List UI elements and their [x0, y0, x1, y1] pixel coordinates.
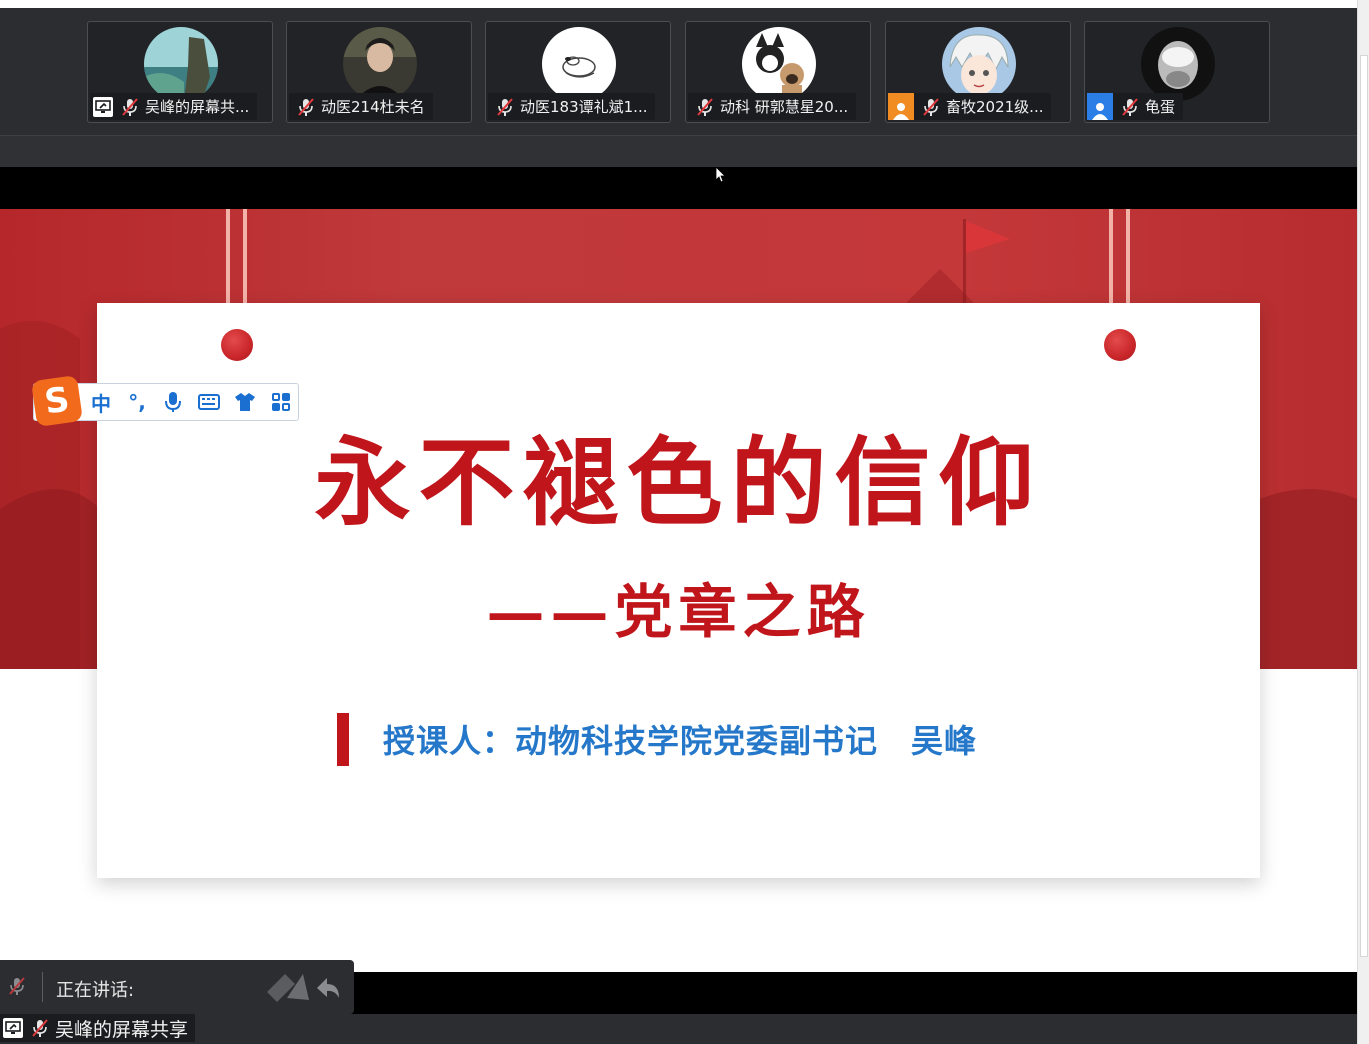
ime-punctuation-toggle[interactable]: °, — [124, 389, 150, 415]
ime-mode-toggle[interactable]: 中 — [88, 389, 114, 416]
participant-tile[interactable]: 动医214杜未名 — [286, 21, 472, 123]
mic-muted-icon — [497, 97, 513, 116]
participant-name: 动科 研郭慧星20... — [720, 98, 849, 116]
screen-share-icon — [93, 96, 113, 117]
avatar-person-icon — [343, 27, 417, 101]
mic-muted-icon[interactable] — [6, 975, 28, 997]
avatar-anime-icon — [942, 27, 1016, 101]
participant-name-label: 动科 研郭慧星20... — [688, 93, 857, 120]
skin-shirt-icon[interactable] — [232, 389, 258, 415]
lecturer-line: 授课人：动物科技学院党委副书记 吴峰 — [383, 722, 978, 760]
toolbox-grid-icon[interactable] — [268, 389, 294, 415]
person-blue-icon — [1087, 93, 1113, 120]
participant-bar: 吴峰的屏幕共... 动医214杜未名 动医183谭礼斌1... 动科 研郭慧星2… — [0, 8, 1357, 135]
letterbox-top — [0, 167, 1357, 209]
bottom-status-strip — [0, 1014, 1357, 1044]
participant-name: 畜牧2021级... — [946, 98, 1044, 116]
participant-name: 动医214杜未名 — [321, 98, 425, 116]
participant-name: 吴峰的屏幕共... — [145, 98, 250, 116]
participant-tile[interactable]: 畜牧2021级... — [885, 21, 1071, 123]
screen-share-icon — [3, 1018, 23, 1038]
mic-muted-icon — [298, 97, 314, 116]
person-orange-icon — [888, 93, 914, 120]
avatar-landscape-icon — [144, 27, 218, 101]
screen-share-status: 吴峰的屏幕共享 — [0, 1014, 196, 1042]
avatar-glass-icon — [1141, 27, 1215, 101]
mic-muted-icon — [32, 1019, 48, 1037]
slide-subtitle: ——党章之路 — [486, 578, 871, 646]
participant-name-label: 畜牧2021级... — [888, 93, 1052, 120]
participant-name-label: 动医214杜未名 — [289, 93, 433, 120]
speaking-panel: 正在讲话: — [0, 960, 354, 1014]
annotation-tools-icon[interactable] — [265, 970, 345, 1004]
top-strip — [0, 0, 1357, 8]
keyboard-icon[interactable] — [196, 389, 222, 415]
participant-name: 龟蛋 — [1145, 98, 1176, 116]
avatar-dogs-icon — [742, 27, 816, 101]
participant-tile[interactable]: 动科 研郭慧星20... — [685, 21, 871, 123]
pin-icon — [1104, 329, 1136, 361]
participant-tile[interactable]: 吴峰的屏幕共... — [87, 21, 273, 123]
microphone-icon[interactable] — [160, 389, 186, 415]
ime-toolbar[interactable]: S 中 °, — [31, 375, 299, 427]
mic-muted-icon — [122, 97, 138, 116]
participant-tile[interactable]: 动医183谭礼斌1... — [485, 21, 671, 123]
vertical-scrollbar[interactable] — [1357, 0, 1369, 1044]
pin-icon — [221, 329, 253, 361]
mic-muted-icon — [697, 97, 713, 116]
lecturer-accent-bar — [337, 713, 349, 766]
mouse-cursor-icon — [716, 167, 726, 183]
slide-title: 永不褪色的信仰 — [314, 426, 1043, 539]
speaking-label: 正在讲话: — [56, 980, 135, 1001]
mic-muted-icon — [923, 97, 939, 116]
participant-name-label: 吴峰的屏幕共... — [90, 93, 258, 120]
participant-name: 动医183谭礼斌1... — [520, 98, 648, 116]
participant-tile[interactable]: 龟蛋 — [1084, 21, 1270, 123]
divider — [42, 972, 43, 1002]
screen-share-owner: 吴峰的屏幕共享 — [55, 1018, 189, 1041]
sogou-logo-icon[interactable]: S — [31, 375, 83, 427]
participant-name-label: 龟蛋 — [1087, 93, 1184, 120]
mic-muted-icon — [1122, 97, 1138, 116]
participant-name-label: 动医183谭礼斌1... — [488, 93, 656, 120]
avatar-snoopy-icon — [542, 27, 616, 101]
participant-bar-footer — [0, 135, 1357, 168]
scrollbar-thumb[interactable] — [1360, 55, 1368, 957]
